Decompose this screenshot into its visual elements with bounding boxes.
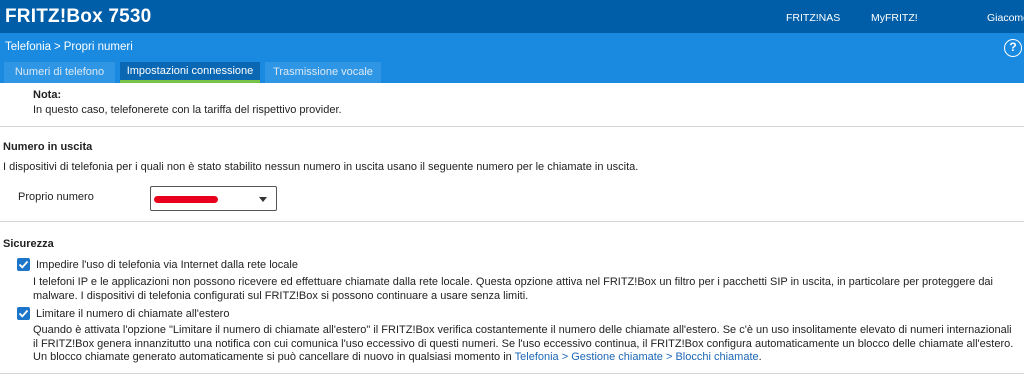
block-internet-telephony-checkbox[interactable]: [17, 258, 30, 271]
brand-title: FRITZ!Box 7530: [5, 6, 152, 27]
breadcrumb-telefonia[interactable]: Telefonia: [5, 41, 51, 53]
note-title: Nota:: [33, 89, 62, 101]
myfritz-link[interactable]: MyFRITZ!: [871, 12, 918, 24]
own-number-label: Proprio numero: [18, 191, 94, 203]
limit-international-calls-label[interactable]: Limitare il numero di chiamate all'ester…: [36, 308, 229, 320]
limit-international-calls-description: Quando è attivata l'opzione "Limitare il…: [33, 324, 1018, 365]
top-bar: FRITZ!Box 7530 FRITZ!NAS MyFRITZ! Giacom…: [0, 0, 1024, 33]
help-icon[interactable]: ?: [1004, 39, 1022, 57]
breadcrumb-separator: >: [54, 41, 61, 53]
redacted-value: [154, 196, 218, 203]
fritznas-link[interactable]: FRITZ!NAS: [786, 12, 840, 24]
description-suffix: .: [758, 351, 762, 363]
divider: [0, 221, 1024, 222]
limit-international-calls-checkbox[interactable]: [17, 307, 30, 320]
checkmark-icon: [18, 260, 29, 269]
chevron-down-icon: [259, 197, 267, 202]
outgoing-section-title: Numero in uscita: [3, 141, 93, 153]
call-blocks-link[interactable]: Telefonia > Gestione chiamate > Blocchi …: [515, 351, 759, 363]
block-internet-telephony-label[interactable]: Impedire l'uso di telefonia via Internet…: [36, 259, 298, 271]
divider: [0, 126, 1024, 127]
tab-impostazioni-connessione[interactable]: Impostazioni connessione: [120, 62, 260, 83]
divider: [0, 373, 1024, 374]
user-menu[interactable]: Giacomo: [987, 12, 1024, 24]
security-section-title: Sicurezza: [3, 238, 54, 250]
breadcrumb: Telefonia > Propri numeri: [5, 41, 133, 53]
block-internet-telephony-description: I telefoni IP e le applicazioni non poss…: [33, 276, 993, 302]
outgoing-description: I dispositivi di telefonia per i quali n…: [3, 161, 639, 173]
tab-numeri-di-telefono[interactable]: Numeri di telefono: [4, 62, 115, 83]
breadcrumb-current: Propri numeri: [63, 41, 133, 53]
tab-trasmissione-vocale[interactable]: Trasmissione vocale: [265, 62, 381, 83]
checkmark-icon: [18, 309, 29, 318]
own-number-select[interactable]: [150, 186, 277, 211]
nav-bar: Telefonia > Propri numeri ? Numeri di tele…: [0, 33, 1024, 83]
note-text: In questo caso, telefonerete con la tari…: [33, 104, 342, 116]
